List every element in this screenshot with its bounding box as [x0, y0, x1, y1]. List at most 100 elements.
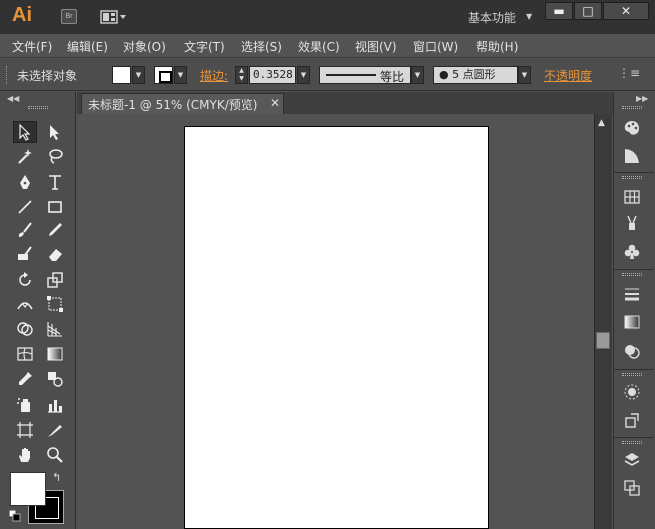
transparency-panel-button[interactable]: [621, 341, 643, 361]
menu-window[interactable]: 窗口(W): [413, 38, 458, 55]
profile-label: 等比: [380, 70, 405, 84]
chevron-down-icon[interactable]: ▼: [297, 66, 310, 84]
symbol-sprayer-tool[interactable]: [13, 394, 37, 416]
club-symbol-icon: [624, 244, 640, 259]
chevron-down-icon[interactable]: ▼: [132, 66, 145, 84]
eyedropper-tool[interactable]: [13, 368, 37, 390]
layers-panel-button[interactable]: [621, 450, 643, 470]
stroke-panel-link[interactable]: 描边:: [200, 67, 228, 84]
vertical-scrollbar[interactable]: [594, 114, 612, 529]
collapse-panel-icon[interactable]: ◀◀: [7, 94, 19, 103]
shape-builder-tool[interactable]: [13, 318, 37, 340]
expand-panels-icon[interactable]: ▶▶: [636, 94, 648, 103]
dock-group-grip[interactable]: [622, 176, 642, 179]
selection-tool[interactable]: [13, 121, 37, 143]
appearance-panel-button[interactable]: [621, 382, 643, 402]
perspective-grid-tool[interactable]: [43, 318, 67, 340]
pencil-icon: [49, 223, 62, 236]
brushes-panel-button[interactable]: [621, 213, 643, 233]
artboard-tool[interactable]: [13, 419, 37, 441]
bridge-button[interactable]: Br: [61, 9, 77, 24]
stroke-color-swatch[interactable]: [154, 66, 173, 84]
tools-panel-grip[interactable]: [28, 106, 48, 109]
maximize-button[interactable]: □: [574, 2, 602, 20]
rotate-tool[interactable]: [13, 269, 37, 291]
chevron-down-icon[interactable]: ▼: [174, 66, 187, 84]
close-button[interactable]: ✕: [603, 2, 649, 20]
paintbrush-icon: [18, 222, 32, 237]
rectangle-tool[interactable]: [43, 196, 67, 218]
menu-help[interactable]: 帮助(H): [476, 38, 518, 55]
default-fill-stroke-icon[interactable]: [8, 509, 21, 522]
menu-view[interactable]: 视图(V): [355, 38, 397, 55]
menu-object[interactable]: 对象(O): [123, 38, 166, 55]
fill-color-box[interactable]: [10, 472, 46, 506]
scroll-up-arrow-icon[interactable]: ▲: [598, 118, 605, 128]
eraser-tool[interactable]: [43, 243, 67, 265]
gradient-panel-icon: [624, 315, 640, 329]
artboard[interactable]: [184, 126, 489, 529]
slice-tool[interactable]: [43, 419, 67, 441]
scale-icon: [47, 272, 63, 288]
menu-type[interactable]: 文字(T): [184, 38, 225, 55]
close-tab-icon[interactable]: ✕: [270, 96, 280, 110]
color-panel-button[interactable]: [621, 118, 643, 138]
pencil-tool[interactable]: [43, 219, 67, 241]
dock-group-grip[interactable]: [622, 441, 642, 444]
mesh-tool[interactable]: [13, 343, 37, 365]
magic-wand-tool[interactable]: [13, 145, 37, 167]
width-tool[interactable]: [13, 293, 37, 315]
layers-icon: [624, 453, 640, 466]
stroke-weight-input[interactable]: 0.3528: [249, 66, 296, 84]
dock-separator: [614, 172, 654, 173]
gradient-tool[interactable]: [43, 343, 67, 365]
direct-selection-tool[interactable]: [43, 121, 67, 143]
chevron-down-icon[interactable]: ▼: [526, 12, 532, 21]
scrollbar-thumb[interactable]: [596, 332, 610, 349]
symbol-sprayer-icon: [17, 398, 30, 412]
paintbrush-tool[interactable]: [13, 219, 37, 241]
free-transform-tool[interactable]: [43, 293, 67, 315]
opacity-panel-link[interactable]: 不透明度: [544, 67, 592, 84]
color-guide-panel-button[interactable]: [621, 146, 643, 166]
artboards-panel-button[interactable]: [621, 478, 643, 498]
arrange-documents-button[interactable]: [100, 10, 128, 24]
column-graph-tool[interactable]: [43, 394, 67, 416]
gradient-panel-button[interactable]: [621, 312, 643, 332]
brush-definition-select[interactable]: ● 5 点圆形: [433, 66, 518, 84]
pen-tool[interactable]: [13, 171, 37, 193]
symbols-panel-button[interactable]: [621, 242, 643, 262]
lasso-tool[interactable]: [43, 145, 67, 167]
workspace-switcher[interactable]: 基本功能: [468, 9, 516, 26]
chevron-down-icon[interactable]: ▼: [518, 66, 531, 84]
swatches-panel-button[interactable]: [621, 187, 643, 207]
dock-group-grip[interactable]: [622, 373, 642, 376]
artboards-icon: [624, 480, 640, 496]
type-tool[interactable]: [43, 171, 67, 193]
perspective-grid-icon: [47, 322, 62, 337]
menu-file[interactable]: 文件(F): [12, 38, 52, 55]
scale-tool[interactable]: [43, 269, 67, 291]
fill-color-swatch[interactable]: [112, 66, 131, 84]
blob-brush-tool[interactable]: [13, 243, 37, 265]
stroke-weight-stepper[interactable]: ▲ ▼: [235, 66, 248, 84]
dock-group-grip[interactable]: [622, 273, 642, 276]
lasso-icon: [49, 149, 63, 164]
graphic-styles-panel-button[interactable]: [621, 410, 643, 430]
menu-select[interactable]: 选择(S): [241, 38, 282, 55]
swap-fill-stroke-icon[interactable]: ↰: [52, 471, 61, 484]
line-segment-tool[interactable]: [13, 196, 37, 218]
chevron-down-icon[interactable]: ▼: [411, 66, 424, 84]
minimize-button[interactable]: ▬: [545, 2, 573, 20]
zoom-tool[interactable]: [43, 444, 67, 466]
hand-tool[interactable]: [13, 444, 37, 466]
stroke-panel-button[interactable]: [621, 284, 643, 304]
menu-effect[interactable]: 效果(C): [298, 38, 340, 55]
panel-menu-icon[interactable]: ⋮≡: [618, 66, 640, 82]
document-tab-title[interactable]: 未标题-1 @ 51% (CMYK/预览): [88, 96, 257, 113]
menu-edit[interactable]: 编辑(E): [67, 38, 108, 55]
dock-group-grip[interactable]: [622, 106, 642, 109]
dock-separator: [614, 437, 654, 438]
blend-tool[interactable]: [43, 368, 67, 390]
control-bar-grip[interactable]: [6, 66, 10, 84]
